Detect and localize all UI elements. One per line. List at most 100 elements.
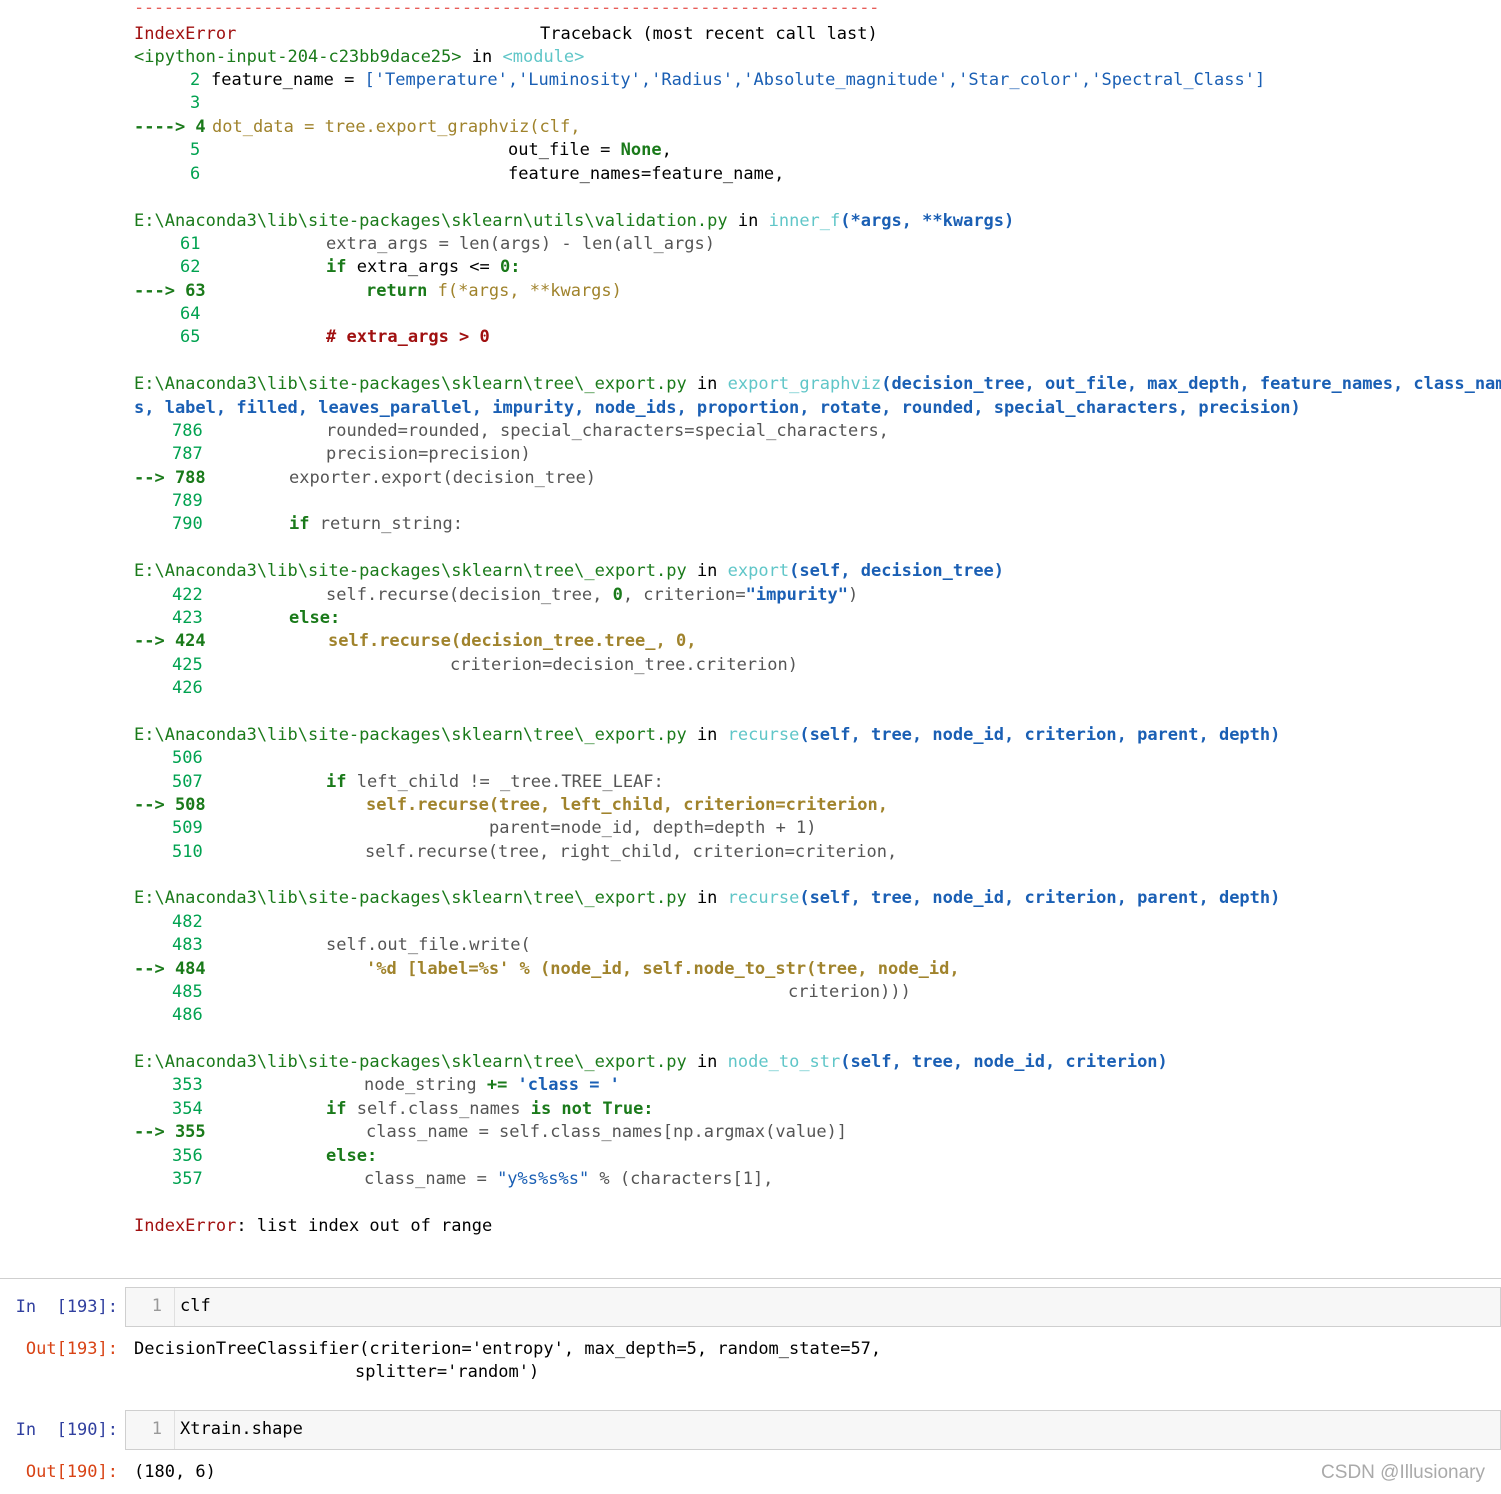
line-number: 354	[172, 1099, 203, 1119]
code-input[interactable]: Xtrain.shape	[180, 1419, 303, 1439]
frame-6-header: E:\Anaconda3\lib\site-packages\sklearn\t…	[134, 1051, 1168, 1074]
code-text: class_name =	[364, 1169, 498, 1189]
function-args: (decision_tree, out_file, max_depth, fea…	[881, 374, 1501, 394]
code-text: =	[293, 117, 325, 137]
keyword: else:	[326, 1146, 378, 1166]
line-number: 486	[172, 1005, 203, 1025]
line-number: 2	[190, 70, 201, 90]
code-text: node_string	[364, 1075, 487, 1095]
code-text: precision=precision)	[326, 444, 531, 464]
current-line-arrow: --> 424	[134, 631, 206, 651]
keyword: if	[326, 1099, 347, 1119]
current-line-arrow: --> 484	[134, 959, 206, 979]
line-number: 506	[172, 748, 203, 768]
current-line-arrow: --> 788	[134, 468, 206, 488]
keyword: if	[289, 514, 310, 534]
line-number: 485	[172, 982, 203, 1002]
frame-5-header: E:\Anaconda3\lib\site-packages\sklearn\t…	[134, 887, 1280, 910]
file-path: E:\Anaconda3\lib\site-packages\sklearn\t…	[134, 1052, 687, 1072]
code-text: extra_args = len(args) - len(all_args)	[326, 234, 715, 254]
line-number: 787	[172, 444, 203, 464]
frame-1-header: E:\Anaconda3\lib\site-packages\sklearn\u…	[134, 210, 1014, 233]
frame-3-header: E:\Anaconda3\lib\site-packages\sklearn\t…	[134, 560, 1004, 583]
in-word: in	[696, 888, 718, 908]
code-comment: # extra_args > 0	[326, 327, 490, 347]
function-args: (self, tree, node_id, criterion, parent,…	[799, 725, 1281, 745]
code-text: )	[848, 585, 859, 605]
cell-line-number: 1	[151, 1296, 162, 1316]
code-text: '%d [label=%s' % (node_id, self.node_to_…	[366, 959, 960, 979]
code-text: self.recurse(tree, right_child, criterio…	[365, 842, 898, 862]
code-text: +=	[486, 1075, 508, 1095]
code-text: 0:	[500, 257, 521, 277]
code-text: return_string:	[309, 514, 464, 534]
line-number: 789	[172, 491, 203, 511]
line-number: 64	[180, 304, 201, 324]
code-text: dot_data	[212, 117, 294, 137]
code-text: extra_args <=	[346, 257, 501, 277]
file-path: E:\Anaconda3\lib\site-packages\sklearn\t…	[134, 374, 687, 394]
code-text: =	[589, 140, 621, 160]
keyword: if	[326, 772, 347, 792]
out-prompt-190: Out[190]:	[25, 1462, 118, 1482]
code-input[interactable]: clf	[180, 1296, 211, 1316]
cell-line-number: 1	[151, 1419, 162, 1439]
code-text: exporter.export(decision_tree)	[289, 468, 597, 488]
code-text: criterion)))	[788, 982, 911, 1002]
file-path: E:\Anaconda3\lib\site-packages\sklearn\t…	[134, 725, 687, 745]
function-name: recurse	[727, 725, 800, 745]
code-line-424-current: --> 424 self.recurse(decision_tree.tree_,…	[134, 630, 696, 653]
code-text: ['Temperature','Luminosity','Radius','Ab…	[364, 70, 1266, 90]
line-number: 6	[190, 164, 201, 184]
code-text: =	[333, 70, 365, 90]
function-name: export_graphviz	[727, 374, 882, 394]
line-number: 3	[190, 93, 201, 113]
keyword: is not True:	[530, 1099, 654, 1119]
code-line-788-current: --> 788 exporter.export(decision_tree)	[134, 467, 596, 490]
line-number: 509	[172, 818, 203, 838]
error-type: IndexError	[134, 24, 237, 44]
code-text: tree.export_graphviz(clf,	[324, 117, 581, 137]
final-error-line: IndexError: list index out of range	[134, 1215, 492, 1238]
function-args: (self, decision_tree)	[789, 561, 1005, 581]
cell-output-line-1: DecisionTreeClassifier(criterion='entrop…	[134, 1339, 882, 1359]
cell-divider	[0, 1278, 1501, 1279]
in-prompt-190: In [190]:	[15, 1420, 118, 1440]
function-name: inner_f	[768, 211, 841, 231]
code-cell-190[interactable]: 1 Xtrain.shape	[125, 1410, 1501, 1450]
current-line-arrow: --> 355	[134, 1122, 206, 1142]
module-ref: <module>	[502, 47, 585, 67]
code-string: 'class = '	[507, 1075, 620, 1095]
code-text: , criterion=	[622, 585, 746, 605]
frame-0-header: <ipython-input-204-c23bb9dace25> in <mod…	[134, 46, 584, 69]
line-number: 423	[172, 608, 203, 628]
line-number: 482	[172, 912, 203, 932]
line-number: 790	[172, 514, 203, 534]
line-number: 425	[172, 655, 203, 675]
line-number: 510	[172, 842, 203, 862]
frame-2-args-wrap: s, label, filled, leaves_parallel, impur…	[134, 398, 1301, 418]
function-args: (self, tree, node_id, criterion, parent,…	[799, 888, 1281, 908]
input-ref: <ipython-input-204-c23bb9dace25>	[134, 47, 462, 67]
in-word: in	[696, 725, 718, 745]
code-cell-193[interactable]: 1 clf	[125, 1287, 1501, 1327]
code-line-508-current: --> 508 self.recurse(tree, left_child, cr…	[134, 794, 888, 817]
line-gutter: 1	[126, 1288, 175, 1326]
function-args: (*args, **kwargs)	[840, 211, 1015, 231]
code-text: class_name = self.class_names[np.argmax(…	[366, 1122, 848, 1142]
code-text: None	[620, 140, 662, 160]
cell-output: (180, 6)	[134, 1462, 216, 1482]
line-number: 786	[172, 421, 203, 441]
line-number: 356	[172, 1146, 203, 1166]
code-text: parent=node_id, depth=depth + 1)	[489, 818, 817, 838]
code-line-4-current: ----> 4 dot_data = tree.export_graphviz(c…	[134, 116, 580, 139]
line-number: 483	[172, 935, 203, 955]
line-number: 422	[172, 585, 203, 605]
line-number: 507	[172, 772, 203, 792]
line-number: 5	[190, 140, 201, 160]
code-line-484-current: --> 484 '%d [label=%s' % (node_id, self.n…	[134, 958, 960, 981]
keyword: if	[326, 257, 347, 277]
code-text: self.recurse(tree, left_child, criterion…	[366, 795, 888, 815]
out-prompt-193: Out[193]:	[25, 1339, 118, 1359]
traceback-separator: ----------------------------------------…	[134, 0, 880, 18]
